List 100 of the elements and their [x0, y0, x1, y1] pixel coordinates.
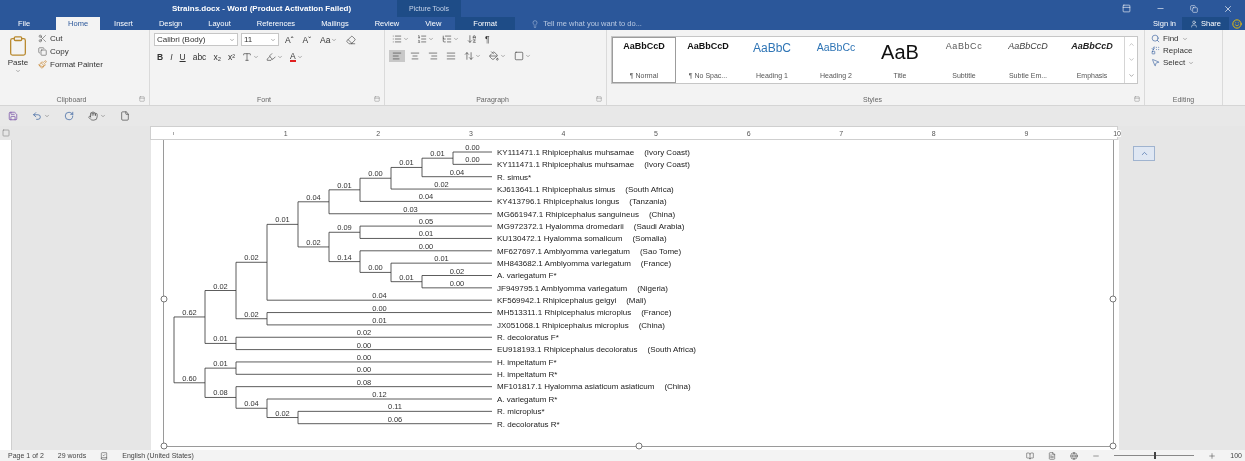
font-name-field[interactable]: Calibri (Body) [154, 33, 238, 46]
replace-icon [1151, 46, 1160, 55]
format-button[interactable]: x₂ [210, 51, 224, 63]
taxon-label: KJ613641.1 Rhipicephalus simus (South Africa) [497, 184, 674, 194]
change-case-button[interactable]: Aa [317, 33, 341, 46]
shrink-font-button[interactable]: Aˇ [299, 33, 314, 46]
dialog-launcher-icon [1134, 96, 1140, 102]
font-color-button[interactable]: A [287, 51, 306, 63]
touch-mode-button[interactable] [88, 111, 106, 121]
taxon-label: R. decoloratus R* [497, 419, 560, 429]
taxon-label: KY111471.1 Rhipicephalus muhsamae (Ivory Coast) [497, 147, 690, 157]
feedback-button[interactable] [1229, 17, 1245, 30]
paintbrush-icon [38, 60, 47, 69]
paste-button[interactable]: Paste [4, 33, 32, 93]
redo-button[interactable] [64, 111, 74, 121]
caret-icon [453, 36, 459, 42]
align-right-icon [428, 51, 438, 61]
undo-button[interactable] [32, 111, 50, 121]
ribbon-display-icon [1121, 4, 1131, 13]
dialog-launcher-icon [139, 96, 145, 102]
taxon-label: MF101817.1 Hyalomma asiaticum asiaticum (China) [497, 382, 691, 392]
taxon-label: MH843682.1 Amblyomma variegatum (France) [497, 258, 672, 268]
copy-icon [38, 47, 47, 56]
align-left-button[interactable] [389, 50, 405, 62]
align-center-icon [410, 51, 420, 61]
pointer-icon [1151, 58, 1160, 67]
taxon-label: H. impeltatum F* [497, 357, 557, 367]
resize-handle[interactable] [1109, 295, 1117, 303]
show-marks-button[interactable]: ¶ [482, 33, 493, 45]
clipboard-command[interactable]: Format Painter [36, 59, 105, 70]
format-button[interactable]: I [167, 51, 176, 63]
dialog-launcher-icon [374, 96, 380, 102]
search-icon [1151, 34, 1160, 43]
caret-icon [253, 54, 260, 60]
tab-selector-icon [2, 129, 10, 137]
person-icon [1190, 19, 1198, 28]
taxon-label: EU918193.1 Rhipicephalus decoloratus (South Africa) [497, 345, 696, 355]
layout-options-button[interactable] [1133, 146, 1155, 161]
close-icon [1223, 3, 1233, 14]
format-button[interactable]: U [176, 51, 189, 63]
clipboard-command[interactable]: Copy [36, 46, 105, 57]
caret-icon [270, 36, 276, 43]
taxon-label: R. decoloratus F* [497, 333, 559, 343]
taxon-label: A. variegatum F* [497, 271, 557, 281]
taxon-label: KF569942.1 Rhipicephalus geigyi (Mali) [497, 296, 647, 305]
resize-handle[interactable] [1109, 442, 1117, 450]
caret-icon [475, 53, 481, 59]
caret-icon [500, 53, 506, 59]
format-button[interactable]: B [154, 51, 167, 63]
undo-icon [32, 111, 42, 121]
resize-handle[interactable] [160, 442, 168, 450]
editing-command[interactable]: Select [1149, 57, 1218, 68]
zoom-in-icon [1208, 451, 1217, 460]
taxon-label: R. simus* [497, 172, 532, 182]
resize-handle[interactable] [635, 442, 642, 450]
editing-command[interactable]: Replace [1149, 45, 1218, 56]
caret-icon [100, 113, 106, 119]
caret-icon [277, 54, 284, 60]
print-layout-icon [1048, 451, 1057, 460]
layout-options-icon [1139, 149, 1149, 158]
format-button[interactable]: abc [189, 51, 210, 63]
proofing-icon [100, 451, 109, 460]
editing-command[interactable]: Find [1149, 33, 1218, 44]
caret-icon [331, 36, 338, 43]
zoom-slider-thumb[interactable] [1154, 452, 1157, 459]
window-title: Strains.docx - Word (Product Activation Failed) [172, 4, 352, 13]
scroll-up-icon [1127, 41, 1135, 49]
dialog-launcher-icon [596, 96, 602, 102]
caret-icon [525, 53, 531, 59]
document-icon [120, 111, 130, 121]
resize-handle[interactable] [160, 295, 168, 303]
taxon-label: JF949795.1 Amblyomma variegatum (Nigeria) [497, 283, 668, 293]
taxon-label: MF627697.1 Amblyomma variegatum (Sao Tome) [497, 246, 682, 256]
restore-icon [1190, 4, 1198, 13]
redo-icon [64, 111, 74, 121]
align-left-icon [392, 51, 402, 61]
highlighter-icon [266, 52, 277, 62]
new-document-button[interactable] [120, 111, 130, 121]
clipboard-command[interactable]: Cut [36, 33, 105, 44]
hand-icon [88, 111, 98, 121]
multilevel-list-icon [442, 34, 452, 44]
web-layout-icon [1070, 451, 1079, 460]
scissors-icon [38, 34, 47, 43]
caret-icon [15, 68, 21, 74]
sort-icon [467, 34, 477, 44]
format-button[interactable]: x² [224, 51, 239, 63]
line-spacing-icon [464, 51, 474, 61]
caret-icon [296, 54, 303, 60]
shading-icon [489, 51, 499, 61]
save-button[interactable] [8, 111, 18, 121]
numbering-icon [417, 34, 427, 44]
scroll-down-icon [1127, 56, 1135, 64]
clear-formatting-icon [346, 34, 357, 45]
font-size-field[interactable]: 11 [241, 33, 279, 46]
grow-font-button[interactable]: Aˆ [282, 33, 297, 46]
caret-icon [229, 36, 235, 43]
caret-icon [428, 36, 434, 42]
taxon-label: KY111471.1 Rhipicephalus muhsamae (Ivory Coast) [497, 160, 690, 170]
taxon-label: MG972372.1 Hyalomma dromedarii (Saudi Arabia) [497, 221, 685, 231]
taxon-label: H. impeltatum R* [497, 370, 558, 380]
